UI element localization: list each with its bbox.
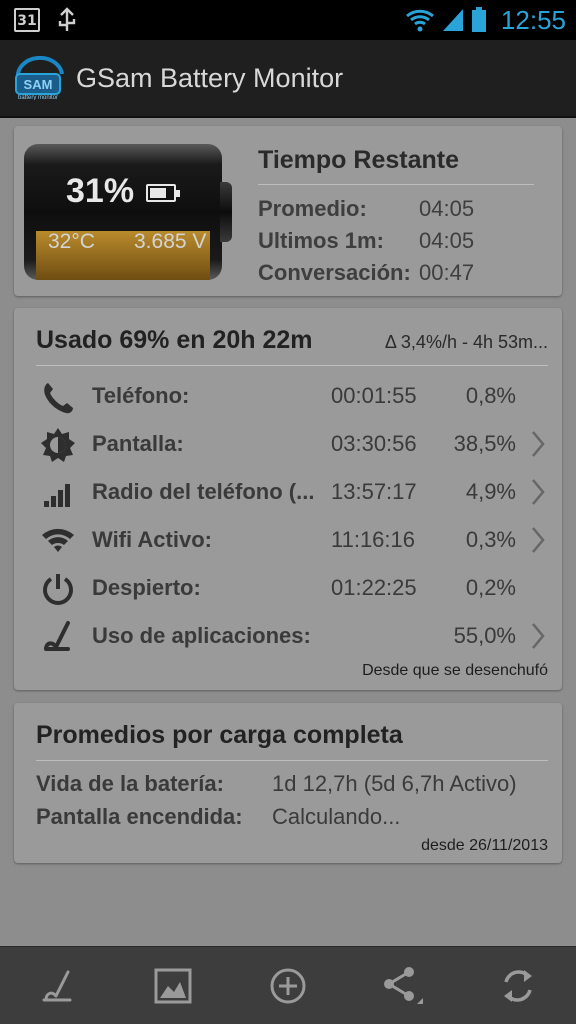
screen-brightness-icon [41,428,75,462]
averages-card[interactable]: Promedios por carga completa Vida de la … [14,703,562,863]
calendar-day: 31 [17,13,37,29]
phone-icon [44,383,73,414]
averages-value-battery-life: 1d 12,7h (5d 6,7h Activo) [272,771,517,796]
add-button[interactable] [260,958,316,1014]
battery-temperature: 32°C [48,230,95,253]
battery-cap [220,182,232,242]
usage-pct-radio: 4,9% [465,479,516,504]
status-bar: 31 12:55 [0,0,576,40]
chevron-right-icon[interactable] [530,429,546,459]
remaining-label-last: Ultimos 1m: [258,228,384,253]
calendar-icon: 31 [14,8,40,32]
chevron-right-icon[interactable] [530,477,546,507]
status-time: 12:55 [500,4,566,35]
add-icon [270,968,306,1003]
app-usage-icon [42,970,72,1001]
usage-label-awake: Despierto: [92,575,201,600]
battery-voltage: 3.685 V [134,230,207,253]
usage-time-wifi: 11:16:16 [331,527,416,552]
remaining-value-last: 04:05 [419,228,475,253]
remaining-value-talk: 00:47 [419,260,475,285]
usage-label-phone: Teléfono: [92,383,190,408]
cell-signal-icon [442,9,463,31]
status-right: 12:55 [405,5,566,36]
usb-debug-icon [58,7,76,31]
share-button[interactable] [375,958,431,1014]
gsam-logo-icon: SAM battery monitor [15,55,64,101]
usage-label-wifi: Wifi Activo: [92,527,212,552]
refresh-button[interactable] [490,958,546,1014]
status-left: 31 [14,7,78,33]
power-icon [43,574,73,605]
averages-value-screen-on: Calculando... [272,804,401,829]
usage-time-screen: 03:30:56 [331,431,417,456]
usage-since: Desde que se desenchufó [362,662,548,679]
battery-card[interactable]: 31% 32°C 3.685 V Tiempo Restante Promedi… [14,126,562,296]
refresh-icon [504,969,533,1002]
app-usage-icon [44,621,70,651]
usage-label-screen: Pantalla: [92,431,184,456]
usage-pct-wifi: 0,3% [465,527,516,552]
averages-label-screen-on: Pantalla encendida: [36,804,243,829]
averages-title: Promedios por carga completa [36,721,403,749]
usage-pct-apps: 55,0% [453,623,516,648]
usage-label-radio: Radio del teléfono (... [92,479,315,504]
battery-percent: 31% [66,172,135,210]
usage-row-screen[interactable]: Pantalla: 03:30:56 38,5% [14,420,562,468]
usage-divider [36,365,548,366]
chevron-right-icon[interactable] [530,525,546,555]
averages-since: desde 26/11/2013 [421,837,548,854]
app-usage-button[interactable] [30,958,86,1014]
usage-row-radio[interactable]: Radio del teléfono (... 13:57:17 4,9% [14,468,562,516]
usage-card: Usado 69% en 20h 22m Δ 3,4%/h - 4h 53m..… [14,308,562,690]
usage-row-apps[interactable]: Uso de aplicaciones: 55,0% [14,612,562,660]
remaining-value-average: 04:05 [419,196,475,221]
remaining-label-talk: Conversación: [258,260,411,285]
usage-pct-screen: 38,5% [453,431,516,456]
usage-delta: Δ 3,4%/h - 4h 53m... [384,332,548,352]
battery-graphic: 31% 32°C 3.685 V [24,144,234,280]
svg-text:SAM: SAM [24,77,53,92]
usage-row-awake[interactable]: Despierto: 01:22:25 0,2% [14,564,562,612]
usage-time-phone: 00:01:55 [331,383,417,408]
averages-label-battery-life: Vida de la batería: [36,771,224,796]
signal-bars-icon [44,484,70,507]
bottom-toolbar [0,946,576,1024]
battery-shell [24,144,222,280]
averages-divider [36,760,548,761]
usage-time-awake: 01:22:25 [331,575,417,600]
wifi-status-icon [405,9,434,32]
action-bar: SAM battery monitor GSam Battery Monitor [0,40,576,118]
battery-mini-icon [146,184,180,202]
image-icon [154,968,192,1003]
chevron-right-icon[interactable] [530,621,546,651]
usage-pct-awake: 0,2% [465,575,516,600]
app-logo[interactable]: SAM battery monitor [12,55,68,101]
wifi-icon [42,528,74,552]
remaining-title: Tiempo Restante [258,146,459,174]
usage-pct-phone: 0,8% [465,383,516,408]
battery-status-icon [471,7,486,32]
usage-row-phone[interactable]: Teléfono: 00:01:55 0,8% [14,372,562,420]
share-icon [384,966,424,1004]
usage-row-wifi[interactable]: Wifi Activo: 11:16:16 0,3% [14,516,562,564]
usage-time-radio: 13:57:17 [331,479,417,504]
remaining-divider [258,184,534,185]
usage-title: Usado 69% en 20h 22m [36,326,313,354]
usage-label-apps: Uso de aplicaciones: [92,623,311,648]
remaining-label-average: Promedio: [258,196,367,221]
main-content: 31% 32°C 3.685 V Tiempo Restante Promedi… [0,118,576,946]
svg-text:battery monitor: battery monitor [18,95,58,100]
image-button[interactable] [145,958,201,1014]
app-title: GSam Battery Monitor [76,62,344,93]
